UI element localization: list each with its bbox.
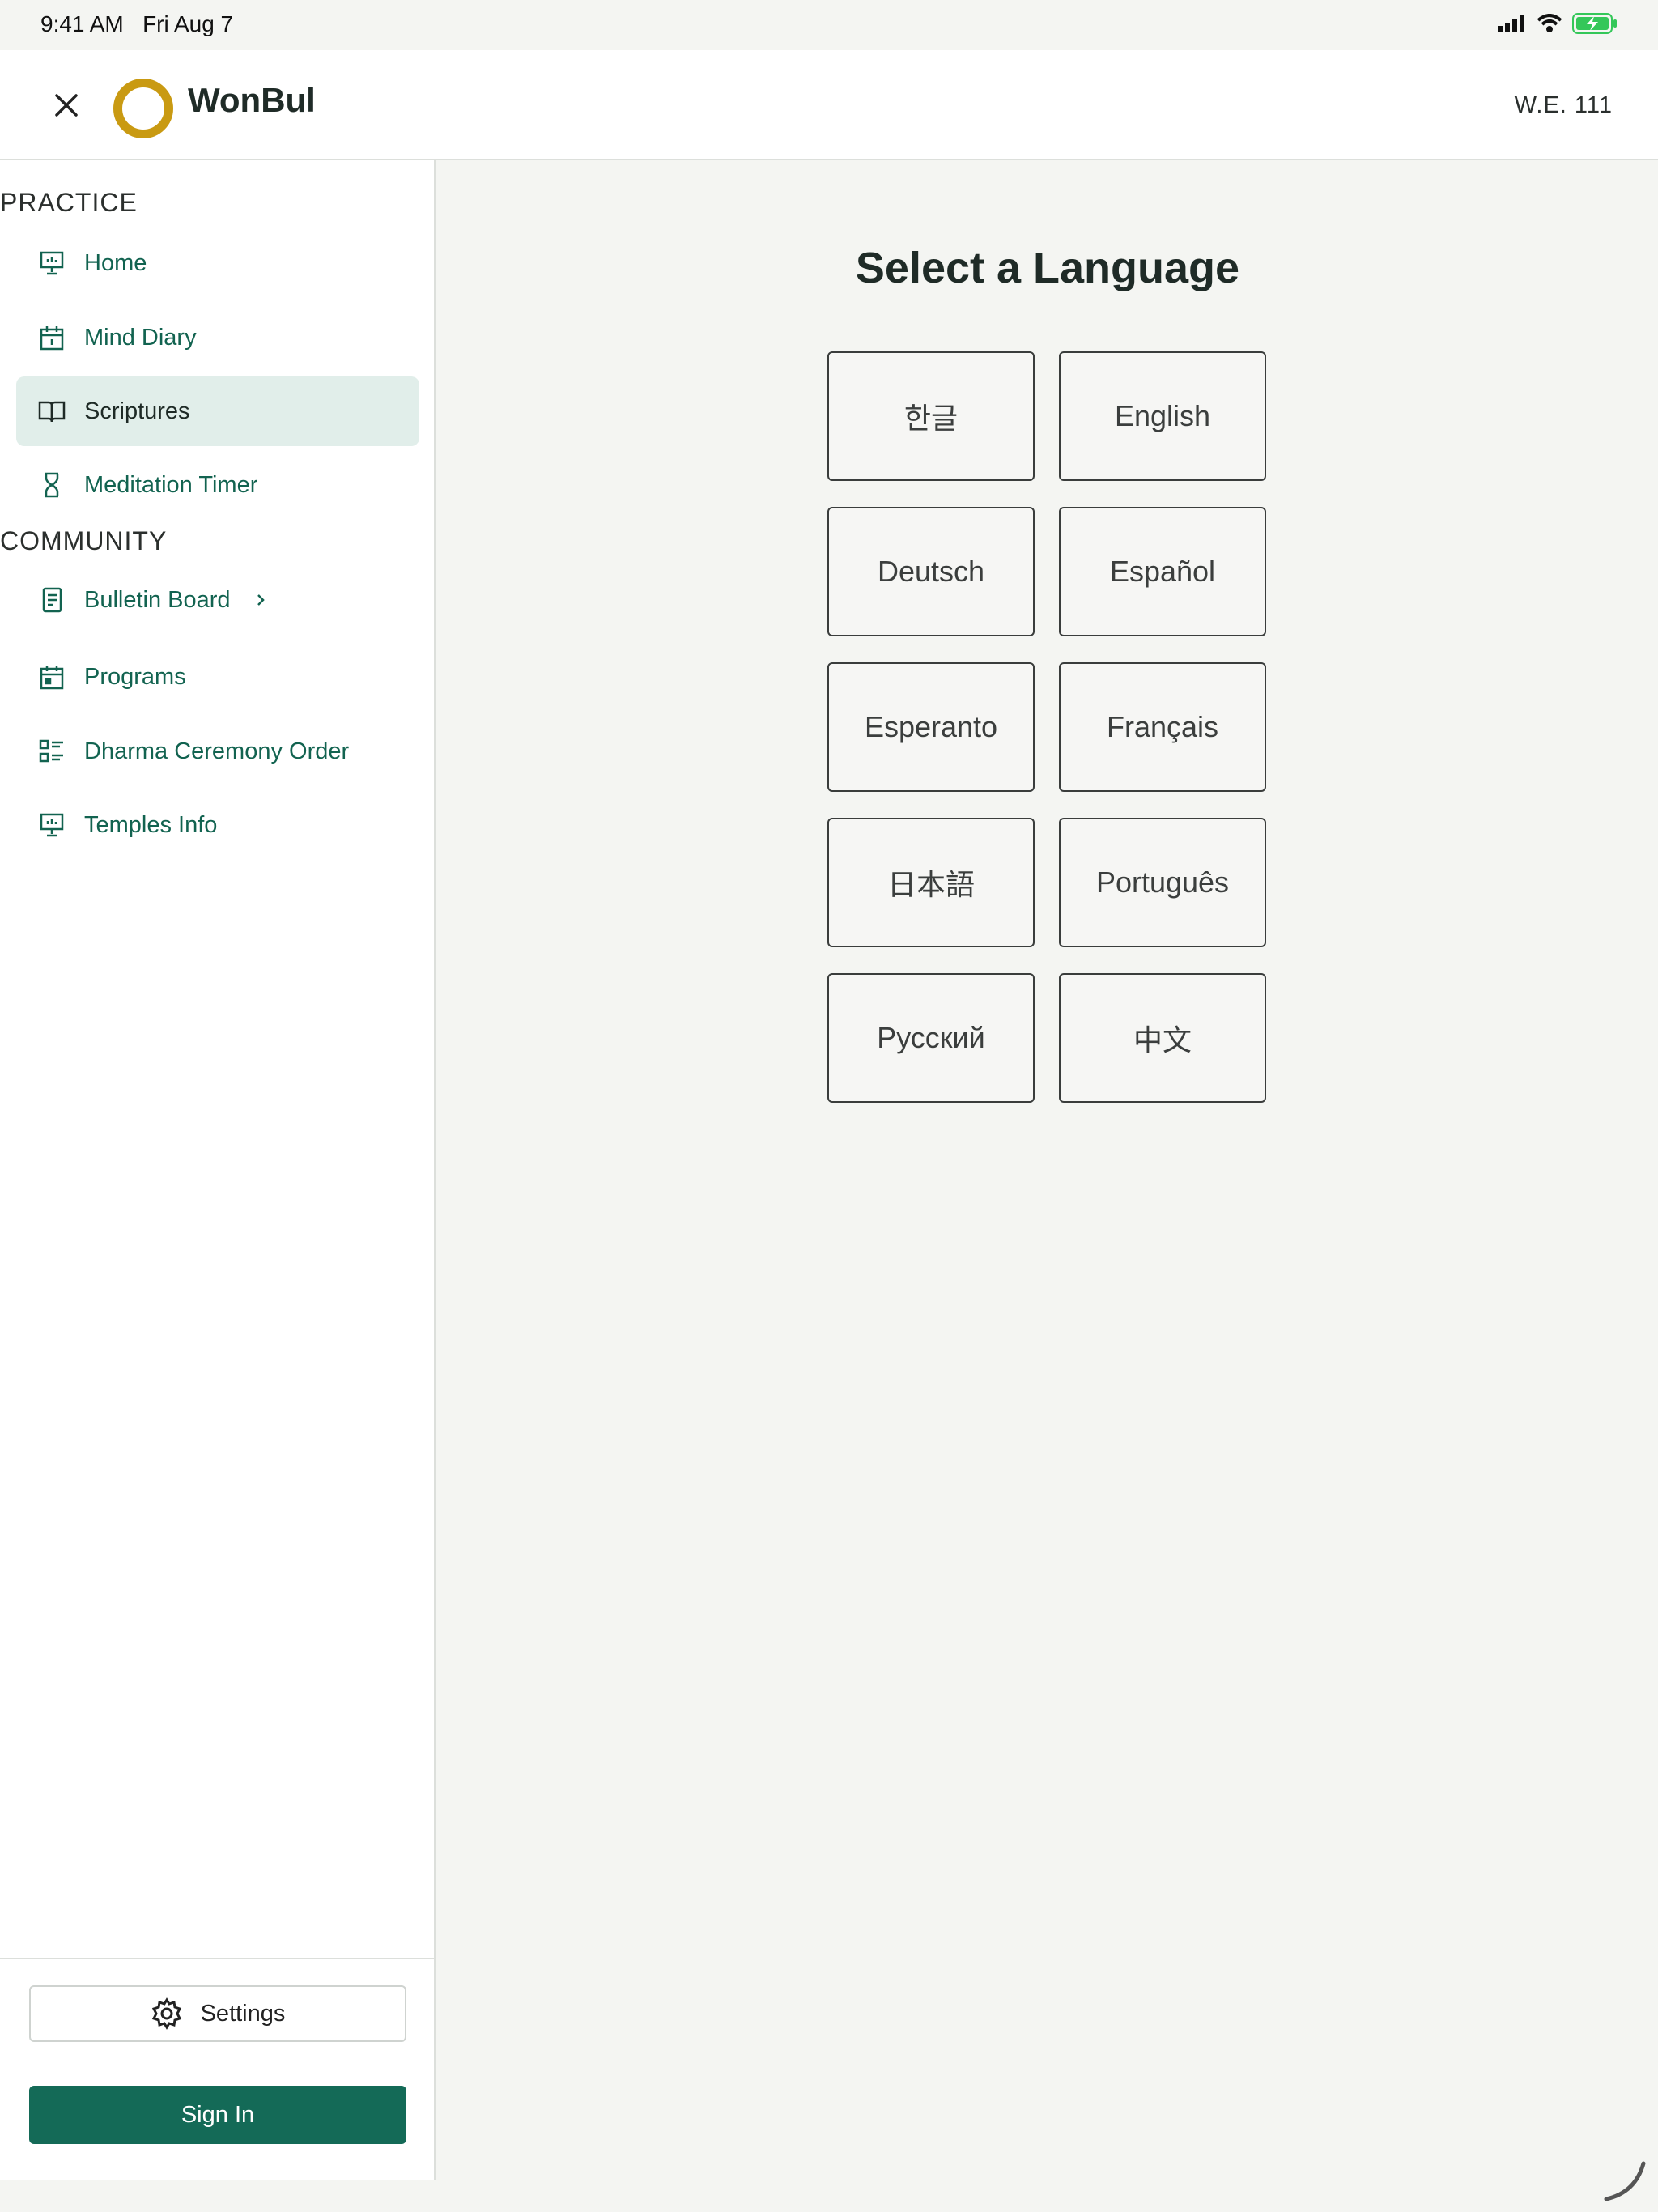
- language-button-german[interactable]: Deutsch: [827, 507, 1035, 636]
- status-bar: 9:41 AM Fri Aug 7: [0, 0, 1658, 50]
- language-grid: 한글 English Deutsch Español Esperanto Fra…: [827, 351, 1266, 1103]
- settings-label: Settings: [200, 2000, 286, 2027]
- status-icons: [1498, 13, 1618, 34]
- presentation-icon: [37, 249, 66, 278]
- era-label: W.E. 111: [1514, 92, 1613, 118]
- sidebar-item-dharma-ceremony-order[interactable]: Dharma Ceremony Order: [16, 717, 419, 786]
- sidebar-item-label: Mind Diary: [84, 324, 197, 351]
- page-title: Select a Language: [855, 244, 1240, 292]
- language-button-korean[interactable]: 한글: [827, 351, 1035, 481]
- battery-charging-icon: [1572, 13, 1617, 34]
- app-title: WonBul: [188, 81, 316, 119]
- signal-icon: [1498, 15, 1524, 32]
- sidebar-item-label: Temples Info: [84, 811, 218, 838]
- sign-in-button[interactable]: Sign In: [29, 2086, 406, 2144]
- list-icon: [37, 737, 66, 766]
- status-date-text: Fri Aug 7: [142, 11, 234, 36]
- sidebar-item-home[interactable]: Home: [16, 228, 419, 298]
- section-heading-practice: PRACTICE: [0, 188, 138, 217]
- sidebar-footer: Settings Sign In: [0, 1958, 434, 2181]
- language-button-japanese[interactable]: 日本語: [827, 818, 1035, 947]
- resize-handle-icon[interactable]: [1603, 2157, 1648, 2202]
- sidebar-item-mind-diary[interactable]: Mind Diary: [16, 303, 419, 372]
- status-time-text: 9:41 AM: [40, 11, 124, 36]
- wifi-icon: [1537, 14, 1562, 32]
- hourglass-icon: [37, 470, 66, 500]
- book-open-icon: [37, 397, 66, 426]
- sidebar-item-label: Bulletin Board: [84, 586, 231, 613]
- status-time: 9:41 AM Fri Aug 7: [40, 11, 233, 37]
- language-button-esperanto[interactable]: Esperanto: [827, 662, 1035, 792]
- sidebar-item-label: Meditation Timer: [84, 471, 258, 498]
- close-icon[interactable]: [50, 89, 83, 121]
- sidebar: PRACTICE Home Mind Diary Scriptures Medi…: [0, 160, 436, 2180]
- settings-button[interactable]: Settings: [29, 1985, 406, 2042]
- language-button-chinese[interactable]: 中文: [1059, 973, 1266, 1103]
- section-heading-community: COMMUNITY: [0, 526, 168, 555]
- calendar-icon: [37, 323, 66, 352]
- language-button-spanish[interactable]: Español: [1059, 507, 1266, 636]
- sidebar-item-label: Programs: [84, 663, 186, 690]
- sidebar-item-meditation-timer[interactable]: Meditation Timer: [16, 450, 419, 520]
- language-button-french[interactable]: Français: [1059, 662, 1266, 792]
- language-button-english[interactable]: English: [1059, 351, 1266, 481]
- sidebar-item-programs[interactable]: Programs: [16, 642, 419, 712]
- sidebar-item-label: Scriptures: [84, 398, 190, 424]
- document-icon: [37, 585, 66, 615]
- sidebar-item-label: Dharma Ceremony Order: [84, 738, 350, 764]
- presentation-icon: [37, 810, 66, 840]
- chevron-right-icon[interactable]: [255, 592, 266, 608]
- calendar-icon: [37, 662, 66, 691]
- app-header: WonBul W.E. 111: [0, 50, 1658, 160]
- language-button-portuguese[interactable]: Português: [1059, 818, 1266, 947]
- language-button-russian[interactable]: Русский: [827, 973, 1035, 1103]
- sidebar-item-bulletin-board[interactable]: Bulletin Board: [16, 565, 419, 635]
- sidebar-item-scriptures[interactable]: Scriptures: [16, 376, 419, 446]
- sidebar-item-temples-info[interactable]: Temples Info: [16, 790, 419, 860]
- gear-icon: [151, 1997, 183, 2030]
- logo-icon: [113, 79, 173, 138]
- sidebar-item-label: Home: [84, 249, 147, 276]
